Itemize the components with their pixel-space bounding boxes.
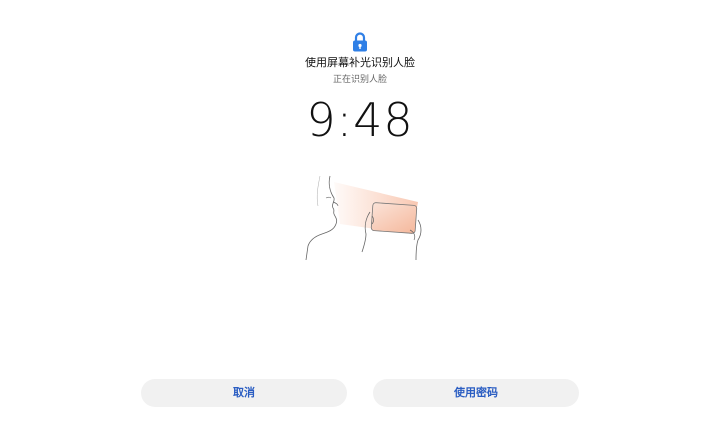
cancel-button[interactable]: 取消 <box>141 379 347 407</box>
page-title: 使用屏幕补光识别人脸 <box>305 56 415 69</box>
use-password-button[interactable]: 使用密码 <box>373 379 579 407</box>
status-text: 正在识别人脸 <box>332 75 387 85</box>
face-recognition-illustration <box>305 175 422 261</box>
face-unlock-screen: 使用屏幕补光识别人脸 正在识别人脸 9:48 取消 使用密码 <box>0 0 720 432</box>
clock-time: 9:48 <box>306 93 414 147</box>
lock-icon <box>353 32 367 52</box>
